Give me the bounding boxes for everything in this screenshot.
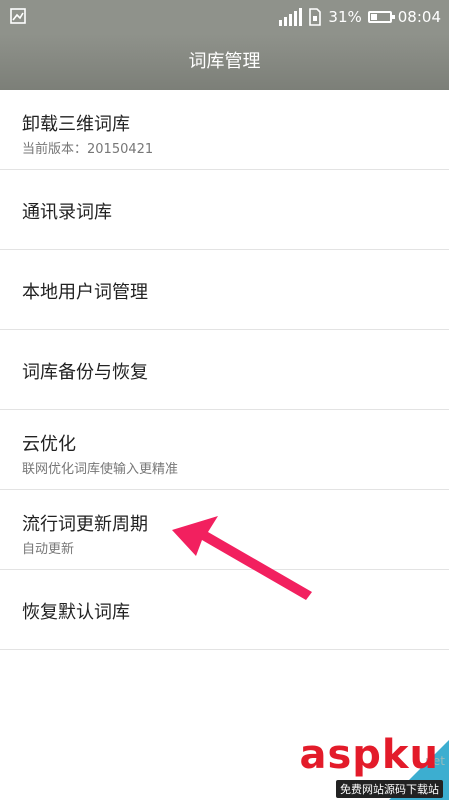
item-title: 通讯录词库 [22,202,112,223]
item-subtitle: 联网优化词库使输入更精准 [22,462,179,477]
item-title: 流行词更新周期 [22,514,148,535]
item-title: 卸载三维词库 [22,114,130,135]
item-title: 云优化 [22,434,76,455]
page-title: 词库管理 [0,34,449,90]
battery-icon [367,11,395,23]
status-right: 31% 08:04 [279,0,441,34]
list-item-cloud-optimize[interactable]: 云优化 联网优化词库使输入更精准 [0,410,449,490]
watermark-subtitle: 免费网站源码下载站 [336,780,443,798]
item-title: 本地用户词管理 [22,282,148,303]
list-item-dict-backup-restore[interactable]: 词库备份与恢复 [0,330,449,410]
list-item-contacts-dict[interactable]: 通讯录词库 [0,170,449,250]
item-title: 恢复默认词库 [22,602,130,623]
status-bar: 31% 08:04 [0,0,449,34]
image-icon [10,8,26,24]
list-item-uninstall-3d-dict[interactable]: 卸载三维词库 当前版本：20150421 [0,90,449,170]
list-item-local-user-words[interactable]: 本地用户词管理 [0,250,449,330]
item-title: 词库备份与恢复 [22,362,148,383]
status-time: 08:04 [397,8,441,26]
battery-percent: 31% [328,8,362,26]
watermark-logo: aspku [299,732,439,778]
signal-icon [279,8,303,26]
item-subtitle: 自动更新 [22,542,75,557]
sim-icon [309,8,322,26]
annotation-arrow-icon [172,516,312,600]
item-subtitle: 当前版本：20150421 [22,142,154,157]
